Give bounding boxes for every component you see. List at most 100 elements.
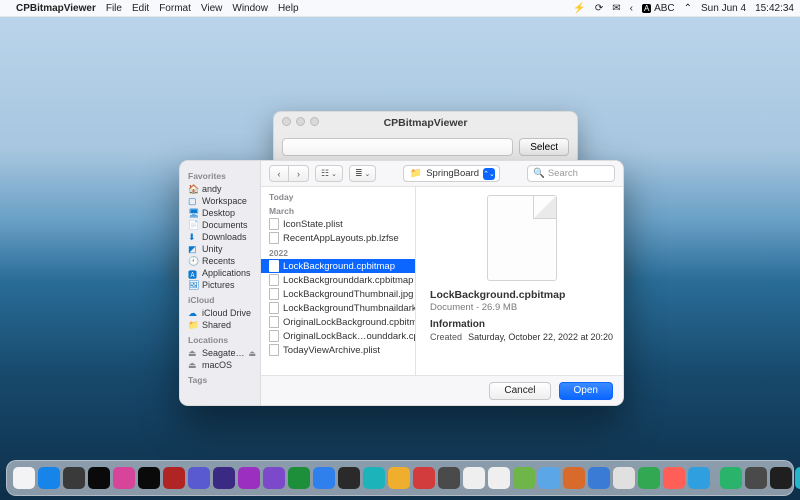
nav-back-button[interactable]: ‹ (269, 165, 289, 182)
status-wifi-icon[interactable]: ⌃ (684, 3, 692, 14)
file-list[interactable]: TodayMarchIconState.plistRecentAppLayout… (261, 187, 416, 375)
dock-item[interactable] (638, 467, 660, 489)
search-field[interactable]: 🔍 Search (527, 165, 615, 182)
menu-help[interactable]: Help (278, 3, 299, 14)
app-titlebar[interactable]: CPBitmapViewer (274, 112, 577, 134)
sidebar-item-andy[interactable]: 🏠andy (184, 183, 256, 195)
dock-item[interactable] (463, 467, 485, 489)
dock-item[interactable] (513, 467, 535, 489)
location-popup[interactable]: 📁 SpringBoard ⌃⌄ (403, 165, 500, 182)
dock-item[interactable] (488, 467, 510, 489)
file-row[interactable]: LockBackgrounddark.cpbitmap (261, 273, 415, 287)
sidebar-item-workspace[interactable]: ▢Workspace (184, 195, 256, 207)
dock-item[interactable] (588, 467, 610, 489)
file-name: LockBackgroundThumbnaildark.jpg (283, 303, 415, 314)
dock-item[interactable] (795, 467, 800, 489)
sidebar-item-desktop[interactable]: 🖥Desktop (184, 207, 256, 219)
dock-item[interactable] (213, 467, 235, 489)
dock-item[interactable] (538, 467, 560, 489)
dock-item[interactable] (288, 467, 310, 489)
dock-item[interactable] (263, 467, 285, 489)
menu-view[interactable]: View (201, 3, 223, 14)
menu-file[interactable]: File (106, 3, 122, 14)
sidebar-item-applications[interactable]: 🅰Applications (184, 267, 256, 279)
menu-window[interactable]: Window (232, 3, 268, 14)
open-button[interactable]: Open (559, 382, 613, 400)
file-row[interactable]: OriginalLockBack…ounddark.cpbitmap (261, 329, 415, 343)
dock-item[interactable] (63, 467, 85, 489)
dock[interactable] (6, 460, 794, 496)
file-name: LockBackgrounddark.cpbitmap (283, 275, 413, 286)
file-name: IconState.plist (283, 219, 343, 230)
file-row[interactable]: OriginalLockBackground.cpbitmap (261, 315, 415, 329)
cancel-button[interactable]: Cancel (489, 382, 550, 400)
dock-item[interactable] (238, 467, 260, 489)
file-row[interactable]: IconState.plist (261, 217, 415, 231)
status-lang[interactable]: A ABC (642, 3, 675, 14)
dock-item[interactable] (313, 467, 335, 489)
menu-format[interactable]: Format (159, 3, 191, 14)
sidebar-item-seagate-[interactable]: ⏏Seagate…⏏ (184, 347, 256, 359)
eject-icon[interactable]: ⏏ (249, 349, 257, 358)
window-controls[interactable] (282, 117, 319, 126)
file-row[interactable]: LockBackgroundThumbnail.jpg (261, 287, 415, 301)
dock-item[interactable] (188, 467, 210, 489)
dock-item[interactable] (563, 467, 585, 489)
sidebar-item-unity[interactable]: ◩Unity (184, 243, 256, 255)
sidebar-item-recents[interactable]: 🕘Recents (184, 255, 256, 267)
dock-item[interactable] (163, 467, 185, 489)
doc-icon: 📄 (188, 220, 198, 230)
dock-item[interactable] (770, 467, 792, 489)
sidebar-item-documents[interactable]: 📄Documents (184, 219, 256, 231)
sidebar-item-downloads[interactable]: ⬇Downloads (184, 231, 256, 243)
select-button[interactable]: Select (519, 138, 569, 156)
file-group-heading: March (261, 203, 415, 217)
minimize-icon[interactable] (296, 117, 305, 126)
app-window-title: CPBitmapViewer (384, 117, 468, 129)
file-row[interactable]: LockBackground.cpbitmap (261, 259, 415, 273)
dock-item[interactable] (88, 467, 110, 489)
dock-item[interactable] (113, 467, 135, 489)
dock-item[interactable] (663, 467, 685, 489)
preview-created-label: Created (430, 332, 462, 342)
dock-item[interactable] (720, 467, 742, 489)
file-row[interactable]: LockBackgroundThumbnaildark.jpg (261, 301, 415, 315)
status-chevron-icon[interactable]: ‹ (630, 3, 633, 14)
nav-back-forward[interactable]: ‹ › (269, 165, 309, 182)
dock-item[interactable] (688, 467, 710, 489)
status-sync-icon[interactable]: ⟳ (595, 3, 603, 14)
zoom-icon[interactable] (310, 117, 319, 126)
sidebar-item-macos[interactable]: ⏏macOS (184, 359, 256, 371)
path-field[interactable] (282, 138, 513, 156)
view-mode-button[interactable]: ☷⌄ (315, 165, 343, 182)
dock-item[interactable] (613, 467, 635, 489)
dock-item[interactable] (138, 467, 160, 489)
dock-item[interactable] (388, 467, 410, 489)
file-row[interactable]: TodayViewArchive.plist (261, 343, 415, 357)
group-by-button[interactable]: ≣⌄ (349, 165, 376, 182)
app-menu[interactable]: CPBitmapViewer (16, 3, 96, 14)
close-icon[interactable] (282, 117, 291, 126)
sidebar-item-icloud-drive[interactable]: ☁iCloud Drive (184, 307, 256, 319)
menubar[interactable]: CPBitmapViewer File Edit Format View Win… (0, 0, 800, 17)
dock-item[interactable] (338, 467, 360, 489)
dock-item[interactable] (745, 467, 767, 489)
file-row[interactable]: RecentAppLayouts.pb.lzfse (261, 231, 415, 245)
nav-forward-button[interactable]: › (289, 165, 309, 182)
dock-item[interactable] (413, 467, 435, 489)
dock-item[interactable] (38, 467, 60, 489)
dock-item[interactable] (13, 467, 35, 489)
status-time: 15:42:34 (755, 3, 794, 14)
status-wechat-icon[interactable]: ✉ (612, 3, 620, 14)
open-panel-sidebar[interactable]: Favorites 🏠andy▢Workspace🖥Desktop📄Docume… (180, 161, 261, 405)
status-date[interactable]: Sun Jun 4 (701, 3, 746, 14)
file-icon (269, 232, 279, 244)
cube-icon: ◩ (188, 244, 198, 254)
status-bolt-icon[interactable]: ⚡ (573, 3, 585, 14)
sidebar-item-pictures[interactable]: 🖼Pictures (184, 279, 256, 291)
sidebar-item-shared[interactable]: 📁Shared (184, 319, 256, 331)
menu-edit[interactable]: Edit (132, 3, 149, 14)
file-name: TodayViewArchive.plist (283, 345, 380, 356)
dock-item[interactable] (363, 467, 385, 489)
dock-item[interactable] (438, 467, 460, 489)
